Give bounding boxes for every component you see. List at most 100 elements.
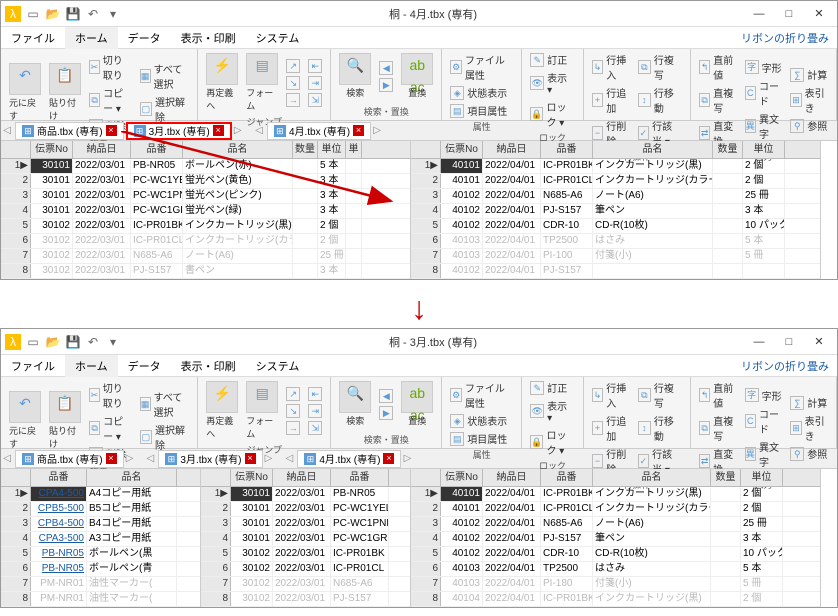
table-row[interactable]: 3401022022/04/01N685-A6ノート(A6)25 冊 <box>411 189 820 204</box>
cell[interactable]: CPA3-500 <box>31 532 87 546</box>
scroll-left-icon[interactable]: ◁ <box>1 453 13 464</box>
cell[interactable]: PB-NR05 <box>131 159 183 173</box>
undo-icon[interactable]: ↶ <box>85 6 101 22</box>
cell[interactable]: 40102 <box>441 219 483 233</box>
table-row[interactable]: 2401012022/04/01IC-PR01CLインクカートリッジ(カラー2 … <box>411 502 820 517</box>
cell[interactable]: 2022/03/01 <box>73 174 131 188</box>
table-row[interactable]: 4401022022/04/01PJ-S157筆ペン3 本 <box>411 204 820 219</box>
cell[interactable] <box>293 159 318 173</box>
cell[interactable]: 30102 <box>231 577 273 591</box>
cell[interactable]: CDR-10 <box>541 219 593 233</box>
cell[interactable]: 2022/03/01 <box>73 159 131 173</box>
correct-button[interactable]: ✎訂正 <box>528 51 577 68</box>
cell[interactable]: IC-PR01CL <box>331 562 389 576</box>
menu-4[interactable]: システム <box>246 27 310 49</box>
cell[interactable]: インクカートリッジ(黒) <box>593 487 711 501</box>
cell[interactable]: 5 本 <box>318 159 346 173</box>
col-header[interactable]: 単位 <box>741 469 783 486</box>
cell[interactable] <box>711 532 741 546</box>
cut-button[interactable]: ✂切り取り <box>87 379 134 411</box>
cell[interactable]: 2022/04/01 <box>483 264 541 278</box>
cell[interactable]: 2022/04/01 <box>483 204 541 218</box>
table-row[interactable]: 8401022022/04/01PJ-S157 <box>411 264 820 279</box>
cell[interactable]: 2022/03/01 <box>73 204 131 218</box>
cell[interactable]: 2022/04/01 <box>483 532 541 546</box>
form-button[interactable]: ▤フォーム <box>244 379 280 442</box>
cell[interactable]: 40102 <box>441 517 483 531</box>
glyph-shape-button[interactable]: 字字形 <box>743 59 785 76</box>
ref-button[interactable]: ⚲参照 <box>788 117 830 134</box>
scroll-right-icon[interactable]: ▷ <box>124 453 136 464</box>
cell[interactable]: 付箋(小) <box>593 577 711 591</box>
file-attr-button[interactable]: ⚙ファイル属性 <box>448 51 515 83</box>
minimize-button[interactable]: — <box>745 332 773 352</box>
cell[interactable]: 2022/04/01 <box>483 174 541 188</box>
select-clear-button[interactable]: ▢選択解除 <box>138 93 192 125</box>
cell[interactable] <box>711 487 741 501</box>
new-icon[interactable]: ▭ <box>25 334 41 350</box>
table-row[interactable]: 5301022022/03/01IC-PR01BKインクカートリッジ(黒)2 個 <box>1 219 410 234</box>
cell[interactable]: 40101 <box>441 174 483 188</box>
cell[interactable]: 2 個 <box>318 234 346 248</box>
cell[interactable]: 3 本 <box>741 532 783 546</box>
row-add-button[interactable]: +行追加 <box>590 84 632 116</box>
cell[interactable]: 2022/04/01 <box>483 562 541 576</box>
cell[interactable]: 40102 <box>441 204 483 218</box>
scroll-right-icon[interactable]: ▷ <box>263 453 275 464</box>
cell[interactable]: PJ-S157 <box>541 264 593 278</box>
cell[interactable] <box>713 264 743 278</box>
file-attr-button[interactable]: ⚙ファイル属性 <box>448 379 515 411</box>
cell[interactable]: ボールペン(青 <box>87 562 177 576</box>
table-row[interactable]: 4301012022/03/01PC-WC1GRN <box>201 532 410 547</box>
cell[interactable]: N685-A6 <box>331 577 389 591</box>
close-tab-icon[interactable]: × <box>213 125 224 136</box>
cell[interactable]: 2022/04/01 <box>483 487 541 501</box>
tab-1[interactable]: ⊞3月.tbx (専有)× <box>126 122 232 140</box>
row-insert-button[interactable]: ↳行挿入 <box>590 51 632 83</box>
row-insert-button[interactable]: ↳行挿入 <box>590 379 632 411</box>
table-row[interactable]: 7PM-NR01油性マーカー( <box>1 577 200 592</box>
cell[interactable]: CPA4-500 <box>31 487 87 501</box>
table-row[interactable]: 3301012022/03/01PC-WC1PNK蛍光ペン(ピンク)3 本 <box>1 189 410 204</box>
cell[interactable]: 30101 <box>31 189 73 203</box>
lock-button[interactable]: 🔒ロック ▾ <box>528 426 577 458</box>
cell[interactable]: 2022/03/01 <box>73 249 131 263</box>
table-row[interactable]: 7301022022/03/01N685-A6ノート(A6)25 冊 <box>1 249 410 264</box>
close-button[interactable]: ✕ <box>805 4 833 24</box>
cell[interactable]: 30102 <box>31 234 73 248</box>
cell[interactable]: PB-NR05 <box>331 487 389 501</box>
cell[interactable] <box>711 517 741 531</box>
close-tab-icon[interactable]: × <box>353 125 364 136</box>
glyph-shape-button[interactable]: 字字形 <box>743 387 785 404</box>
cell[interactable] <box>293 204 318 218</box>
close-tab-icon[interactable]: × <box>106 125 117 136</box>
cell[interactable]: 30101 <box>31 204 73 218</box>
cell[interactable] <box>346 234 362 248</box>
replace-button[interactable]: abac置換 <box>399 51 435 101</box>
prev-val-button[interactable]: ↰直前値 <box>697 379 739 411</box>
cell[interactable]: 2022/03/01 <box>273 547 331 561</box>
cell[interactable] <box>711 547 741 561</box>
cell[interactable] <box>293 264 318 278</box>
table-row[interactable]: 4CPA3-500A3コピー用紙 <box>1 532 200 547</box>
cell[interactable]: PJ-S157 <box>131 264 183 278</box>
col-header[interactable]: 品番 <box>541 141 593 158</box>
cell[interactable] <box>713 204 743 218</box>
cell[interactable]: 30102 <box>231 562 273 576</box>
table-row[interactable]: 7401032022/04/01PI-100付箋(小)5 冊 <box>411 249 820 264</box>
table-row[interactable]: 6301022022/03/01IC-PR01CL <box>201 562 410 577</box>
cell[interactable]: ノート(A6) <box>593 189 713 203</box>
select-all-button[interactable]: ▦すべて選択 <box>138 388 192 420</box>
cell[interactable]: CD-R(10枚) <box>593 547 711 561</box>
close-tab-icon[interactable]: × <box>106 453 117 464</box>
table-row[interactable]: 2401012022/04/01IC-PR01CLインクカートリッジ(カラー2 … <box>411 174 820 189</box>
cell[interactable]: 40103 <box>441 234 483 248</box>
scroll-right-icon[interactable]: ▷ <box>371 125 383 136</box>
cell[interactable]: 蛍光ペン(ピンク) <box>183 189 293 203</box>
row-move-button[interactable]: ↕行移動 <box>636 412 684 444</box>
item-attr-button[interactable]: ▤項目属性 <box>448 430 515 447</box>
cell[interactable]: 2022/03/01 <box>73 189 131 203</box>
calc-button[interactable]: ∑計算 <box>788 394 830 411</box>
cell[interactable] <box>293 174 318 188</box>
save-icon[interactable]: 💾 <box>65 334 81 350</box>
